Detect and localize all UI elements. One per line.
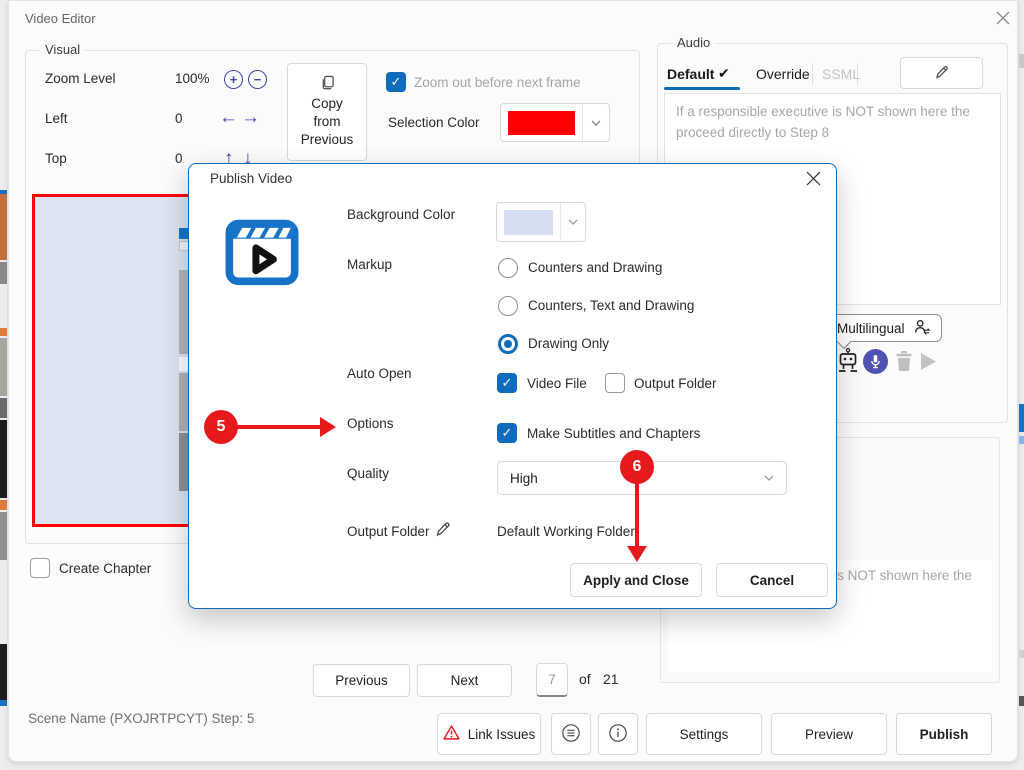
step-6-badge: 6: [620, 450, 654, 484]
list-circle-icon: [561, 723, 581, 746]
quality-label: Quality: [347, 466, 389, 481]
warning-icon: [443, 725, 460, 743]
multilingual-button-label: Multilingual: [837, 321, 905, 336]
play-icon[interactable]: [919, 351, 938, 375]
radio-counters-text-and-drawing-label: Counters, Text and Drawing: [528, 298, 694, 313]
left-label: Left: [45, 111, 68, 126]
microphone-icon[interactable]: [863, 349, 888, 374]
step-5-badge: 5: [204, 410, 238, 444]
page-number-input[interactable]: 7: [536, 663, 568, 697]
create-chapter-checkbox[interactable]: [30, 558, 50, 578]
next-button[interactable]: Next: [417, 664, 512, 697]
markup-label: Markup: [347, 257, 392, 272]
copy-from-previous-button[interactable]: Copy from Previous: [287, 63, 367, 161]
page-of-label: of: [579, 671, 591, 687]
zoom-level-label: Zoom Level: [45, 71, 116, 86]
background-color-label: Background Color: [347, 207, 455, 222]
apply-and-close-button[interactable]: Apply and Close: [570, 563, 702, 597]
selection-color-swatch: [508, 111, 575, 135]
settings-button[interactable]: Settings: [646, 713, 762, 755]
robot-icon[interactable]: [837, 348, 859, 378]
quality-dropdown-value: High: [510, 471, 538, 486]
create-chapter-label: Create Chapter: [59, 561, 151, 576]
auto-open-label: Auto Open: [347, 366, 412, 381]
chevron-down-icon: [764, 475, 774, 481]
left-value: 0: [175, 111, 183, 126]
tab-ssml[interactable]: SSML: [822, 66, 860, 82]
background-color-picker[interactable]: [496, 202, 586, 242]
scene-name-status: Scene Name (PXOJRTPCYT) Step: 5: [28, 711, 254, 726]
selection-color-picker[interactable]: [500, 103, 610, 142]
page-total-label: 21: [603, 671, 619, 687]
output-folder-value: Default Working Folder: [497, 524, 635, 539]
options-label: Options: [347, 416, 394, 431]
pencil-icon: [934, 64, 950, 83]
previous-button[interactable]: Previous: [313, 664, 410, 697]
output-folder-checkbox[interactable]: [605, 373, 625, 393]
zoom-increase-button[interactable]: +: [224, 70, 243, 89]
step-6-arrow-head: [627, 546, 647, 562]
radio-counters-and-drawing-label: Counters and Drawing: [528, 260, 662, 275]
publish-button[interactable]: Publish: [896, 713, 992, 755]
info-button[interactable]: [598, 713, 638, 755]
move-left-arrow-icon[interactable]: ←: [219, 107, 238, 129]
top-value: 0: [175, 151, 183, 166]
preview-button[interactable]: Preview: [771, 713, 887, 755]
chevron-down-icon: [561, 219, 585, 225]
top-label: Top: [45, 151, 67, 166]
tab-default[interactable]: Default: [667, 66, 714, 82]
output-folder-edit-pencil-icon[interactable]: [434, 520, 452, 541]
dialog-title: Publish Video: [210, 171, 292, 186]
person-swap-icon: [913, 318, 931, 339]
move-right-arrow-icon[interactable]: →: [241, 107, 260, 129]
window-title: Video Editor: [25, 11, 96, 26]
zoom-out-checkbox[interactable]: ✓: [386, 72, 406, 92]
radio-drawing-only[interactable]: [498, 334, 518, 354]
copy-icon: [320, 75, 335, 93]
chevron-down-icon: [583, 120, 609, 126]
radio-drawing-only-label: Drawing Only: [528, 336, 609, 351]
zoom-level-value: 100%: [175, 71, 210, 86]
link-issues-button[interactable]: Link Issues: [437, 713, 541, 755]
video-clapperboard-icon: [224, 214, 300, 297]
notes-button[interactable]: [551, 713, 591, 755]
tab-default-check-icon: ✔: [718, 65, 730, 82]
zoom-out-checkbox-label: Zoom out before next frame: [414, 75, 581, 90]
audio-group-legend: Audio: [672, 35, 715, 50]
selection-color-label: Selection Color: [388, 115, 480, 130]
info-icon: [608, 723, 628, 746]
step-5-arrow-head: [320, 417, 336, 437]
output-folder-checkbox-label: Output Folder: [634, 376, 717, 391]
window-close-icon[interactable]: [993, 8, 1013, 28]
subtitles-chapters-checkbox-label: Make Subtitles and Chapters: [527, 426, 700, 441]
background-color-swatch: [504, 210, 553, 235]
cancel-button[interactable]: Cancel: [716, 563, 828, 597]
visual-group-legend: Visual: [40, 42, 85, 57]
step-5-arrow: [237, 425, 321, 429]
dialog-close-icon[interactable]: [802, 167, 824, 189]
radio-counters-text-and-drawing[interactable]: [498, 296, 518, 316]
tab-override[interactable]: Override: [756, 66, 810, 82]
step-6-arrow: [635, 483, 639, 547]
link-issues-label: Link Issues: [468, 727, 536, 742]
trash-icon[interactable]: [894, 350, 914, 376]
video-file-checkbox[interactable]: ✓: [497, 373, 517, 393]
zoom-decrease-button[interactable]: −: [248, 70, 267, 89]
active-tab-indicator: [664, 87, 740, 90]
subtitles-chapters-checkbox[interactable]: ✓: [497, 423, 517, 443]
copy-from-previous-label: Copy from Previous: [296, 95, 358, 150]
audio-edit-button[interactable]: [900, 57, 983, 89]
output-folder-label: Output Folder: [347, 524, 430, 539]
video-file-checkbox-label: Video File: [527, 376, 587, 391]
radio-counters-and-drawing[interactable]: [498, 258, 518, 278]
